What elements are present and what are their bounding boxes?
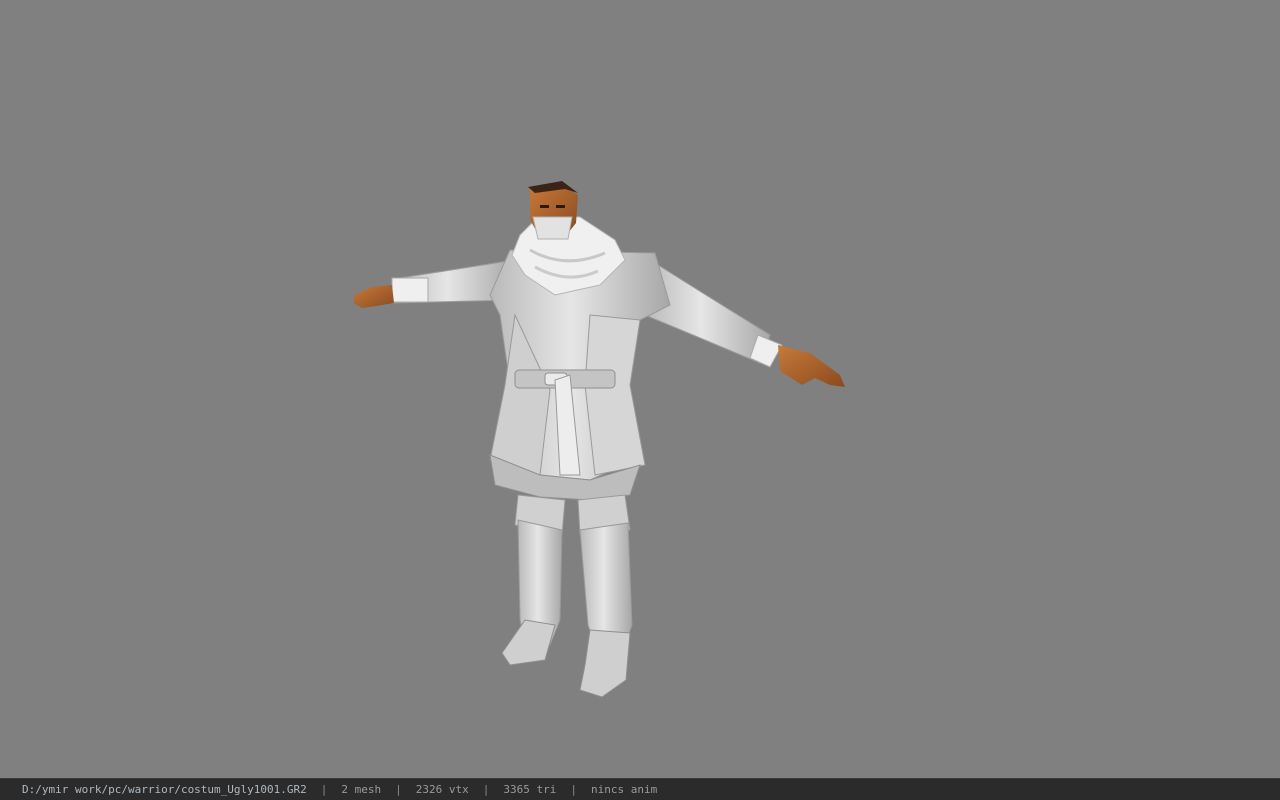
right-arm — [644, 259, 845, 387]
legs — [501, 494, 633, 698]
vertex-count: 2326 vtx — [415, 783, 469, 796]
animation-status: nincs anim — [591, 783, 658, 796]
file-path: D:/ymir work/pc/warrior/costum_Ugly1001.… — [22, 783, 307, 796]
separator: | — [482, 783, 490, 796]
mesh-count: 2 mesh — [341, 783, 382, 796]
character-model[interactable] — [340, 175, 860, 715]
separator: | — [570, 783, 577, 796]
3d-viewport[interactable] — [0, 0, 1280, 778]
triangle-count: 3365 tri — [503, 783, 557, 796]
separator: | — [320, 783, 328, 796]
left-arm — [354, 259, 516, 308]
status-bar: D:/ymir work/pc/warrior/costum_Ugly1001.… — [0, 778, 1280, 800]
separator: | — [395, 783, 402, 796]
